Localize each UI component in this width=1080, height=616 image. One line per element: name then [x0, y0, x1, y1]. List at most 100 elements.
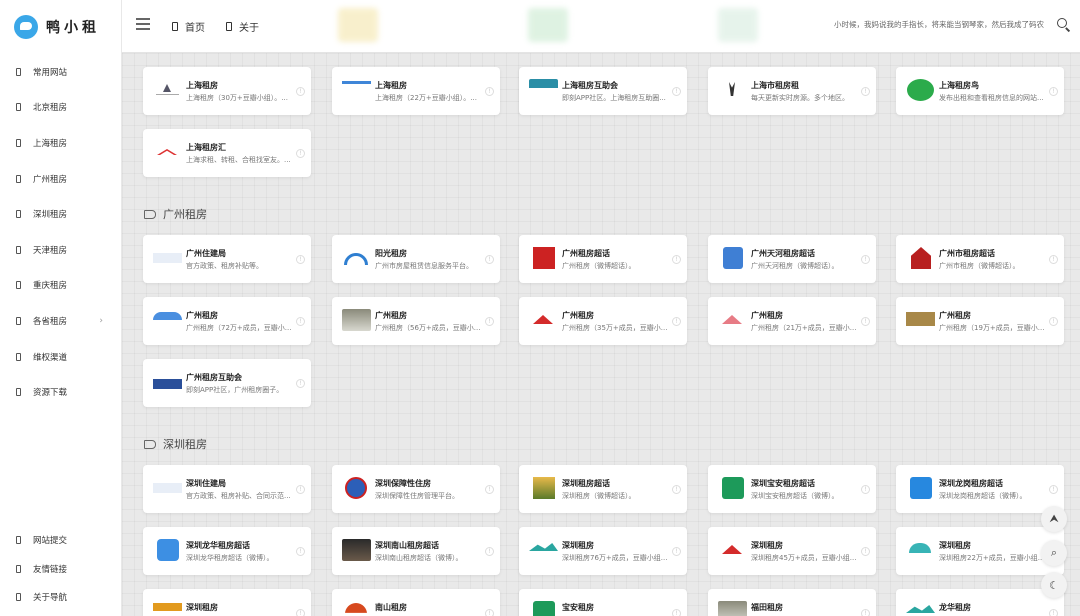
info-icon[interactable]: !	[485, 317, 494, 326]
site-card[interactable]: 福田租房!	[708, 589, 876, 616]
site-card[interactable]: 深圳租房 深圳租房45万+成员，豆瓣小组...!	[708, 527, 876, 575]
site-card-desc: 深圳租房（微博超话）。	[562, 492, 636, 500]
site-card[interactable]: 深圳租房 深圳租房76万+成员，豆瓣小组...!	[519, 527, 687, 575]
sidebar-item[interactable]: 各省租房 ›	[0, 310, 121, 332]
site-card[interactable]: 广州租房 广州租房（72万+成员，豆瓣小...!	[143, 297, 311, 345]
arrow-up-button[interactable]: ⮝	[1041, 506, 1067, 532]
info-icon[interactable]: !	[672, 317, 681, 326]
sidebar-item[interactable]: 关于导航	[0, 586, 121, 608]
site-logo-icon	[529, 539, 558, 561]
site-card[interactable]: 深圳南山租房超话 深圳南山租房超话（微博）。!	[332, 527, 500, 575]
sidebar-item[interactable]: 网站提交	[0, 529, 121, 551]
site-card[interactable]: 深圳租房深圳租房22万+成员，豆瓣小组...!	[896, 527, 1064, 575]
info-icon[interactable]: !	[296, 317, 305, 326]
moon-button[interactable]: ☾	[1041, 572, 1067, 598]
site-card[interactable]: 深圳龙岗租房超话 深圳龙岗租房超话（微博）。!	[896, 465, 1064, 513]
site-card[interactable]: 阳光租房 广州市房屋租赁信息服务平台。!	[332, 235, 500, 283]
site-logo-icon	[906, 477, 935, 499]
site-card[interactable]: 南山租房!	[332, 589, 500, 616]
nav-link-home[interactable]: 首页	[172, 18, 205, 34]
sidebar-item-label: 资源下载	[33, 388, 68, 398]
main-content: 上海租房 上海租房（30万+豆瓣小组）。...! 上海租房 上海租房（22万+豆瓣小组…	[122, 53, 1080, 616]
info-icon[interactable]: !	[861, 609, 870, 616]
site-card[interactable]: 上海租房 上海租房（22万+豆瓣小组）。...!	[332, 67, 500, 115]
info-icon[interactable]: !	[861, 485, 870, 494]
site-card[interactable]: 深圳宝安租房超话 深圳宝安租房超话（微博）。!	[708, 465, 876, 513]
info-icon[interactable]: !	[1049, 255, 1058, 264]
site-card[interactable]: 上海租房 上海租房（30万+豆瓣小组）。...!	[143, 67, 311, 115]
info-icon[interactable]: !	[672, 547, 681, 556]
site-card[interactable]: 广州市租房超话 广州市租房（微博超话）。!	[896, 235, 1064, 283]
info-icon[interactable]: !	[861, 87, 870, 96]
sidebar-item[interactable]: 常用网站	[0, 61, 121, 83]
info-icon[interactable]: !	[485, 547, 494, 556]
info-icon[interactable]: !	[672, 87, 681, 96]
sidebar-item[interactable]: 友情链接	[0, 558, 121, 580]
info-icon[interactable]: !	[296, 255, 305, 264]
site-card[interactable]: 龙华租房!	[896, 589, 1064, 616]
info-icon[interactable]: !	[1049, 609, 1058, 616]
site-card[interactable]: 深圳租房!	[143, 589, 311, 616]
site-card[interactable]: 广州租房 广州租房（19万+成员，豆瓣小...!	[896, 297, 1064, 345]
site-card[interactable]: 广州租房 广州租房（56万+成员，豆瓣小...!	[332, 297, 500, 345]
info-icon[interactable]: !	[672, 609, 681, 616]
site-card-desc: 广州租房（19万+成员，豆瓣小...	[939, 324, 1045, 332]
site-card[interactable]: 广州租房 广州租房（35万+成员，豆瓣小...!	[519, 297, 687, 345]
site-logo-icon	[342, 309, 371, 331]
info-icon[interactable]: !	[1049, 485, 1058, 494]
site-card-desc: 深圳租房45万+成员，豆瓣小组...	[751, 554, 857, 562]
site-card[interactable]: 上海租房互助会 即刻APP社区。上海租房互助圈...!	[519, 67, 687, 115]
site-card-name: 深圳租房	[186, 603, 218, 612]
info-icon[interactable]: !	[1049, 317, 1058, 326]
site-card[interactable]: 广州租房互助会 即刻APP社区，广州租房圈子。!	[143, 359, 311, 407]
menu-toggle-button[interactable]	[136, 18, 150, 30]
info-icon[interactable]: !	[296, 485, 305, 494]
info-icon[interactable]: !	[672, 255, 681, 264]
site-card[interactable]: 广州住建局 官方政策、租房补贴等。!	[143, 235, 311, 283]
info-icon[interactable]: !	[296, 149, 305, 158]
site-card[interactable]: 广州租房 广州租房（21万+成员，豆瓣小...!	[708, 297, 876, 345]
info-icon[interactable]: !	[296, 87, 305, 96]
sidebar-item[interactable]: 重庆租房	[0, 274, 121, 296]
site-card[interactable]: 深圳租房超话 深圳租房（微博超话）。!	[519, 465, 687, 513]
site-card[interactable]: 广州租房超话 广州租房（微博超话）。!	[519, 235, 687, 283]
site-card[interactable]: 宝安租房!	[519, 589, 687, 616]
site-card[interactable]: 广州天河租房超话 广州天河租房（微博超话）。!	[708, 235, 876, 283]
site-card[interactable]: 上海租房汇 上海求租、转租、合租找室友。...!	[143, 129, 311, 177]
sidebar-item[interactable]: 上海租房	[0, 132, 121, 154]
info-icon[interactable]: !	[485, 255, 494, 264]
site-card-desc: 深圳宝安租房超话（微博）。	[751, 492, 839, 500]
search-button[interactable]	[1056, 17, 1072, 33]
site-card[interactable]: 上海租房鸟 发布出租和查看租房信息的网站...!	[896, 67, 1064, 115]
page-icon	[172, 21, 178, 31]
site-card[interactable]: 上海市租房租 每天更新实时房源。多个地区。!	[708, 67, 876, 115]
info-icon[interactable]: !	[861, 317, 870, 326]
site-card-name: 深圳保障性住房	[375, 479, 431, 488]
site-card[interactable]: 深圳龙华租房超话 深圳龙华租房超话（微博）。!	[143, 527, 311, 575]
site-card[interactable]: 深圳保障性住房 深圳保障性住房管理平台。!	[332, 465, 500, 513]
sidebar-item[interactable]: 北京租房	[0, 96, 121, 118]
info-icon[interactable]: !	[296, 547, 305, 556]
info-icon[interactable]: !	[485, 87, 494, 96]
info-icon[interactable]: !	[1049, 87, 1058, 96]
sidebar-item[interactable]: 深圳租房	[0, 203, 121, 225]
site-logo-icon	[153, 309, 182, 331]
sidebar-item[interactable]: 天津租房	[0, 239, 121, 261]
info-icon[interactable]: !	[485, 609, 494, 616]
info-icon[interactable]: !	[485, 485, 494, 494]
moon-icon: ☾	[1049, 578, 1059, 592]
sidebar-item[interactable]: 维权渠道	[0, 346, 121, 368]
site-logo[interactable]: 鸭小租	[14, 14, 100, 40]
site-card-desc: 官方政策、租房补贴、合同示范...	[186, 492, 291, 500]
info-icon[interactable]: !	[861, 255, 870, 264]
sidebar-item[interactable]: 资源下载	[0, 381, 121, 403]
search-button[interactable]: ⌕	[1041, 540, 1067, 566]
info-icon[interactable]: !	[296, 379, 305, 388]
site-card[interactable]: 深圳住建局 官方政策、租房补贴、合同示范...!	[143, 465, 311, 513]
info-icon[interactable]: !	[672, 485, 681, 494]
nav-link-about[interactable]: 关于	[226, 18, 259, 34]
sidebar-item-label: 网站提交	[33, 536, 68, 546]
sidebar-item[interactable]: 广州租房	[0, 168, 121, 190]
info-icon[interactable]: !	[861, 547, 870, 556]
info-icon[interactable]: !	[296, 609, 305, 616]
